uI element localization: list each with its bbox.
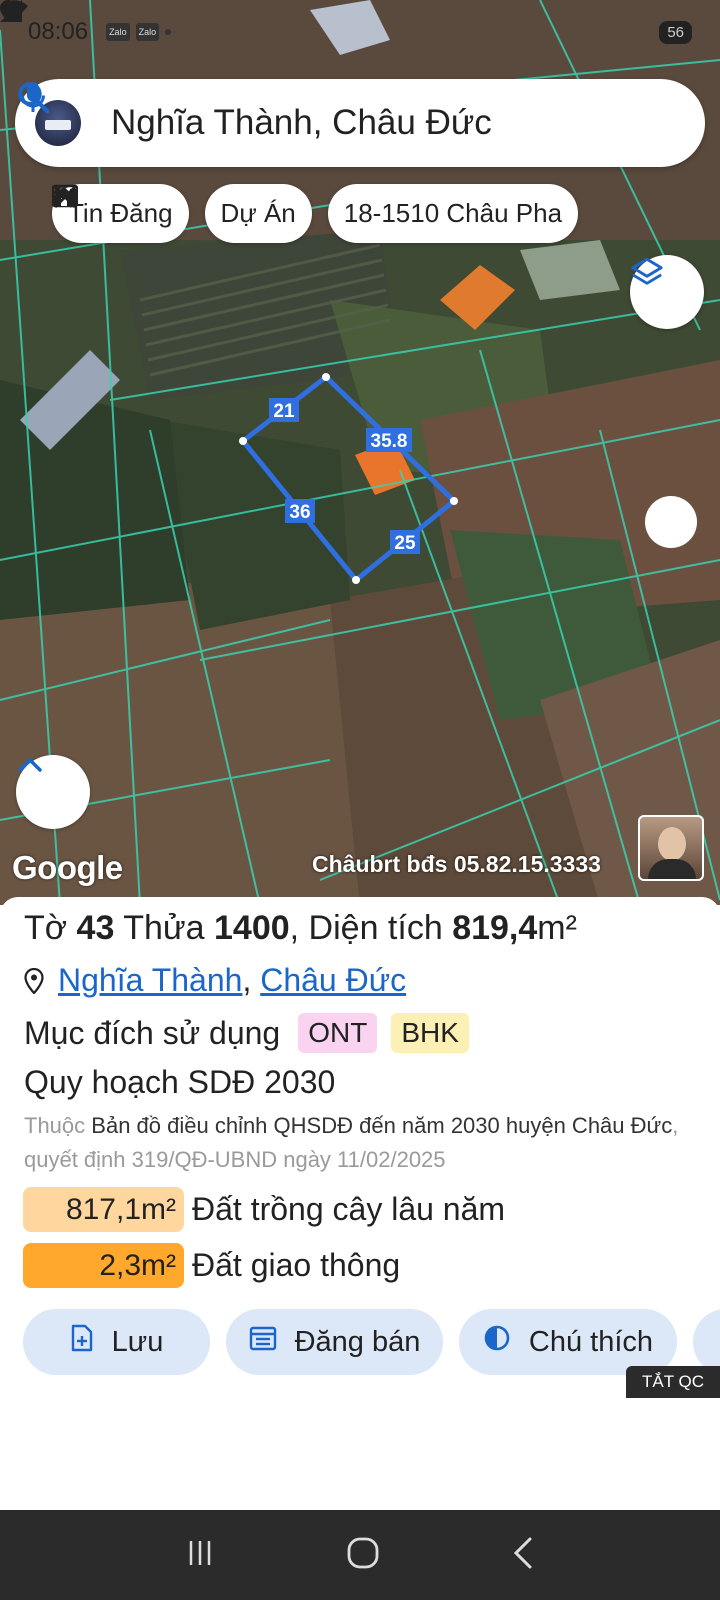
land-use-label: Đất trồng cây lâu năm xyxy=(192,1191,506,1227)
chip-label: Tin Đăng xyxy=(68,198,173,228)
action-buttons: Lưu Đăng bán Chú thích xyxy=(23,1309,720,1375)
zalo-icon: Zalo xyxy=(135,23,160,41)
battery-icon: 56 xyxy=(659,20,692,44)
contrast-icon xyxy=(483,1324,529,1360)
search-bar[interactable]: Nghĩa Thành, Châu Đức xyxy=(15,79,705,167)
save-button[interactable]: Lưu xyxy=(23,1309,210,1375)
purpose-label: Mục đích sử dụng xyxy=(24,1014,281,1051)
area-label: , Diện tích xyxy=(289,909,443,947)
area-value: 819,4 xyxy=(452,909,538,947)
edge-label-north: 21 xyxy=(273,401,295,422)
sheet-number: 43 xyxy=(76,909,115,947)
sheet-label: Tờ xyxy=(24,909,68,947)
microphone-icon[interactable] xyxy=(21,82,685,145)
filter-chips: Tin Đăng Dự Án 18-1510 Châu Pha xyxy=(52,184,579,243)
post-sale-button[interactable]: Đăng bán xyxy=(226,1309,443,1375)
parcel-title: Tờ 43 Thửa 1400, Diện tích 819,4m² xyxy=(24,909,577,948)
promo-avatar[interactable] xyxy=(638,815,704,881)
expand-panel-button[interactable] xyxy=(16,755,90,829)
purpose-badge-ont: ONT xyxy=(298,1013,378,1053)
status-time: 08:06 xyxy=(28,18,89,45)
plan-description: Thuộc Bản đồ điều chỉnh QHSDĐ đến năm 20… xyxy=(24,1109,704,1177)
calendar-list-icon xyxy=(249,1325,295,1359)
purpose-badge-bhk: BHK xyxy=(391,1013,469,1053)
layers-button[interactable] xyxy=(630,255,704,329)
edge-label-west: 36 xyxy=(289,502,310,523)
file-add-icon xyxy=(70,1324,112,1360)
system-nav-bar xyxy=(0,1510,720,1600)
lot-label: Thửa xyxy=(123,909,205,947)
map-watermark: Châubrt bđs 05.82.15.3333 xyxy=(312,851,601,877)
plan-prefix: Thuộc xyxy=(24,1113,86,1138)
back-icon[interactable] xyxy=(511,1536,535,1575)
location-separator: , xyxy=(242,962,252,998)
chip-label: 18-1510 Châu Pha xyxy=(343,198,563,228)
save-button-label: Lưu xyxy=(111,1325,164,1358)
edge-label-east: 35.8 xyxy=(371,431,408,452)
legend-label: Chú thích xyxy=(528,1325,654,1358)
land-use-area: 2,3m² xyxy=(23,1243,184,1288)
area-unit: m² xyxy=(537,909,577,947)
zalo-icon: Zalo xyxy=(106,23,130,41)
parcel-info-panel: Tờ 43 Thửa 1400, Diện tích 819,4m² Nghĩa… xyxy=(0,897,720,1512)
plan-map-name: Bản đồ điều chỉnh QHSDĐ đến năm 2030 huy… xyxy=(91,1113,673,1138)
district-link[interactable]: Châu Đức xyxy=(260,962,406,999)
chip-projects[interactable]: Dự Án xyxy=(54,184,312,243)
parcel-location: Nghĩa Thành, Châu Đức xyxy=(24,962,406,999)
plan-title: Quy hoạch SDĐ 2030 xyxy=(24,1064,336,1100)
ad-off-button[interactable]: TẮT QC xyxy=(626,1366,720,1398)
edge-label-south: 25 xyxy=(394,533,416,554)
chip-measure[interactable]: 18-1510 Châu Pha xyxy=(53,184,579,243)
recent-apps-icon[interactable] xyxy=(185,1538,215,1573)
dot-icon xyxy=(165,29,172,35)
land-use-row: 2,3m² Đất giao thông xyxy=(23,1243,400,1288)
land-use-row: 817,1m² Đất trồng cây lâu năm xyxy=(23,1187,505,1232)
pin-icon xyxy=(24,967,44,994)
lot-number: 1400 xyxy=(214,909,290,947)
ward-link[interactable]: Nghĩa Thành xyxy=(58,962,242,999)
search-icon[interactable] xyxy=(18,82,627,145)
google-logo: Google xyxy=(12,849,123,886)
search-input[interactable]: Nghĩa Thành, Châu Đức xyxy=(111,103,569,143)
satellite-map[interactable]: 21 35.8 36 25 08:06 Zalo Zalo 56 Nghĩa T… xyxy=(0,0,720,905)
land-use-label: Đất giao thông xyxy=(192,1247,401,1283)
home-icon[interactable] xyxy=(346,1536,380,1575)
land-use-purpose: Mục đích sử dụng ONT BHK xyxy=(24,1013,469,1053)
post-sale-label: Đăng bán xyxy=(294,1325,421,1358)
notification-icons: Zalo Zalo xyxy=(0,2,172,41)
land-use-area: 817,1m² xyxy=(23,1187,184,1232)
map-location-marker[interactable] xyxy=(645,496,697,548)
status-bar: 08:06 Zalo Zalo 56 xyxy=(0,0,720,64)
chip-label: Dự Án xyxy=(220,198,296,228)
